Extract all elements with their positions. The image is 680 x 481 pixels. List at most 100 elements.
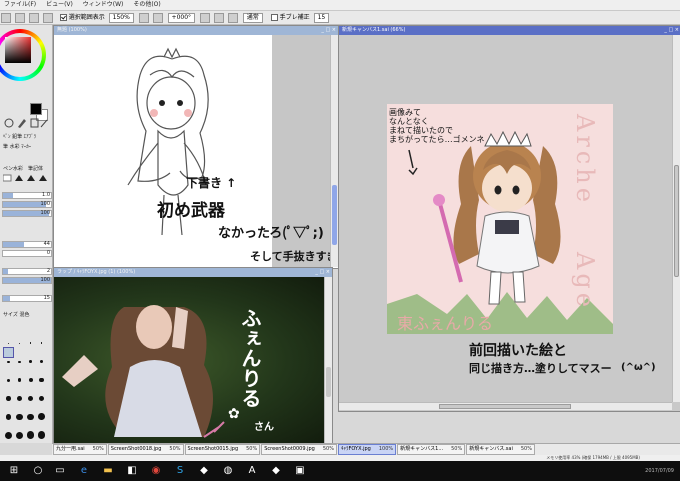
size-slider[interactable]: 1.0 bbox=[2, 192, 52, 199]
foreground-color-swatch[interactable] bbox=[30, 103, 42, 115]
search-icon[interactable]: ○ bbox=[30, 463, 46, 479]
brush-size-preset[interactable] bbox=[3, 347, 14, 363]
sketch-vscroll[interactable] bbox=[330, 35, 338, 267]
color-saturation-square[interactable] bbox=[5, 37, 31, 63]
brush-size-preset[interactable] bbox=[37, 405, 46, 420]
min-size-slider[interactable]: 100 bbox=[2, 201, 52, 208]
edge-icon[interactable]: e bbox=[76, 463, 92, 479]
brush-size-preset[interactable] bbox=[37, 348, 46, 363]
drawing-hscroll-thumb[interactable] bbox=[439, 404, 571, 409]
stabilizer-value[interactable]: 15 bbox=[313, 12, 330, 23]
size-checkbox-label[interactable]: サイズ bbox=[3, 312, 18, 318]
blend-mode-select[interactable]: 通常 bbox=[242, 12, 263, 23]
density-slider[interactable]: 100 bbox=[2, 210, 52, 217]
app-icon-1[interactable]: ◆ bbox=[196, 463, 212, 479]
brush-size-preset[interactable] bbox=[37, 424, 46, 439]
shape-triangle-icon-3[interactable] bbox=[39, 175, 47, 181]
app-icon-5[interactable]: ▣ bbox=[292, 463, 308, 479]
skype-icon[interactable]: S bbox=[172, 463, 188, 479]
app-icon-4[interactable]: ◆ bbox=[268, 463, 284, 479]
brush-size-preset[interactable] bbox=[37, 386, 46, 401]
lasso-icon[interactable] bbox=[4, 118, 14, 128]
brush-size-preset[interactable] bbox=[15, 405, 24, 420]
rotate-right-icon[interactable] bbox=[213, 12, 224, 23]
brush-size-preset[interactable] bbox=[4, 386, 13, 401]
deselect-icon[interactable] bbox=[14, 12, 25, 23]
shape-square-icon[interactable] bbox=[3, 174, 12, 182]
document-tab[interactable]: ScreenShot0009.jpg 50% bbox=[261, 444, 337, 455]
store-icon[interactable]: ◧ bbox=[124, 463, 140, 479]
photo-window-controls[interactable]: _ □ × bbox=[315, 269, 330, 275]
document-tab[interactable]: ScreenShot0015.jpg 50% bbox=[184, 444, 261, 455]
menu-view[interactable]: ビュー(V) bbox=[42, 0, 77, 10]
drawing-canvas[interactable]: 画像みて なんとなく まねて描いたので まちがってたら…ゴメンネ Arche A… bbox=[387, 104, 613, 334]
brush-size-preset[interactable] bbox=[37, 367, 46, 382]
zoom-out-icon[interactable] bbox=[138, 12, 149, 23]
document-tab[interactable]: 新規キャンバス1... 50% bbox=[397, 444, 466, 455]
brush-size-preset[interactable] bbox=[4, 329, 13, 344]
photo-vscroll[interactable] bbox=[324, 277, 332, 443]
dilution-slider[interactable]: 0 bbox=[2, 250, 52, 257]
invert-icon[interactable] bbox=[28, 12, 39, 23]
brush-size-preset[interactable] bbox=[4, 424, 13, 439]
app-icon-2[interactable]: ◍ bbox=[220, 463, 236, 479]
menu-window[interactable]: ウィンドウ(W) bbox=[79, 0, 128, 10]
stabilizer-checkbox[interactable] bbox=[270, 14, 278, 21]
select-tool-icon[interactable] bbox=[1, 12, 11, 23]
angle-field[interactable]: +000° bbox=[167, 12, 196, 23]
sketch-window[interactable]: 無題 (100%) _ □ × 下書き ↑ 初め武器 なかったろ(ﾟ▽ﾟ;) そ… bbox=[53, 25, 339, 269]
app-icon-3[interactable]: A bbox=[244, 463, 260, 479]
texture-slider[interactable]: 15 bbox=[2, 295, 52, 302]
sketch-vscroll-thumb[interactable] bbox=[332, 185, 337, 245]
photo-window[interactable]: ラップ / ｷｬﾗFOYX.jpg (1) (100%) _ □ × ふぇんりる… bbox=[53, 267, 333, 445]
persistence-slider[interactable]: 2 bbox=[2, 268, 52, 275]
clock-date[interactable]: 2017/07/09 bbox=[645, 468, 674, 474]
transform-icon[interactable] bbox=[42, 12, 53, 23]
blend-slider[interactable]: 44 bbox=[2, 241, 52, 248]
flip-icon[interactable] bbox=[227, 12, 238, 23]
rotate-left-icon[interactable] bbox=[199, 12, 210, 23]
brush-size-preset[interactable] bbox=[15, 329, 24, 344]
shape-triangle-icon[interactable] bbox=[15, 175, 23, 181]
photo-vscroll-thumb[interactable] bbox=[326, 367, 331, 397]
tool-name-2[interactable]: 筆記体 bbox=[28, 165, 43, 172]
document-tab[interactable]: ScreenShot0018.jpg 50% bbox=[107, 444, 184, 455]
folder-icon[interactable]: ▬ bbox=[100, 463, 116, 479]
document-tab[interactable]: ｷｬﾗFOYX.jpg 100% bbox=[337, 444, 397, 455]
tool-name-1[interactable]: ペン水彩 bbox=[3, 165, 23, 172]
zoom-field[interactable]: 150% bbox=[108, 12, 134, 23]
brush-size-preset[interactable] bbox=[15, 348, 24, 363]
task-view-icon[interactable]: ▭ bbox=[52, 463, 68, 479]
brush-size-preset[interactable] bbox=[26, 386, 35, 401]
drawing-vscroll[interactable] bbox=[672, 35, 680, 402]
mix-checkbox-label[interactable]: 混色 bbox=[19, 312, 29, 318]
drawing-window[interactable]: 新規キャンバス1.sai (66%) _ □ × 画像みて なんとなく まねて描… bbox=[338, 25, 680, 412]
brush-size-preset[interactable] bbox=[26, 405, 35, 420]
window-controls[interactable]: _ □ × bbox=[321, 27, 336, 33]
shape-triangle-icon-2[interactable] bbox=[27, 175, 35, 181]
menu-other[interactable]: その他(O) bbox=[129, 0, 164, 10]
start-button-icon[interactable]: ⊞ bbox=[6, 463, 22, 479]
document-tab[interactable]: 九分一用.sai 50% bbox=[53, 444, 107, 455]
brush-size-preset[interactable] bbox=[26, 348, 35, 363]
drawing-hscroll[interactable] bbox=[339, 402, 672, 410]
pen-icon[interactable] bbox=[18, 119, 26, 128]
brush-size-preset[interactable] bbox=[26, 367, 35, 382]
brush-size-preset[interactable] bbox=[26, 424, 35, 439]
brush-size-preset[interactable] bbox=[37, 329, 46, 344]
brush-size-preset[interactable] bbox=[4, 367, 13, 382]
drawing-vscroll-thumb[interactable] bbox=[674, 165, 679, 277]
document-tab[interactable]: 新規キャンバス.sai 50% bbox=[466, 444, 535, 455]
menu-file[interactable]: ファイル(F) bbox=[0, 0, 40, 10]
brush-size-preset[interactable] bbox=[15, 386, 24, 401]
select-icon[interactable] bbox=[30, 118, 39, 128]
brush-size-preset[interactable] bbox=[15, 367, 24, 382]
zoom-in-icon[interactable] bbox=[152, 12, 163, 23]
brush-size-preset[interactable] bbox=[4, 405, 13, 420]
brush-size-preset[interactable] bbox=[26, 329, 35, 344]
brush-size-preset[interactable] bbox=[15, 424, 24, 439]
show-selection-checkbox[interactable] bbox=[59, 14, 67, 21]
blur-slider[interactable]: 100 bbox=[2, 277, 52, 284]
system-tray[interactable]: 2017/07/09 bbox=[645, 461, 674, 481]
drawing-window-controls[interactable]: _ □ × bbox=[664, 27, 679, 33]
